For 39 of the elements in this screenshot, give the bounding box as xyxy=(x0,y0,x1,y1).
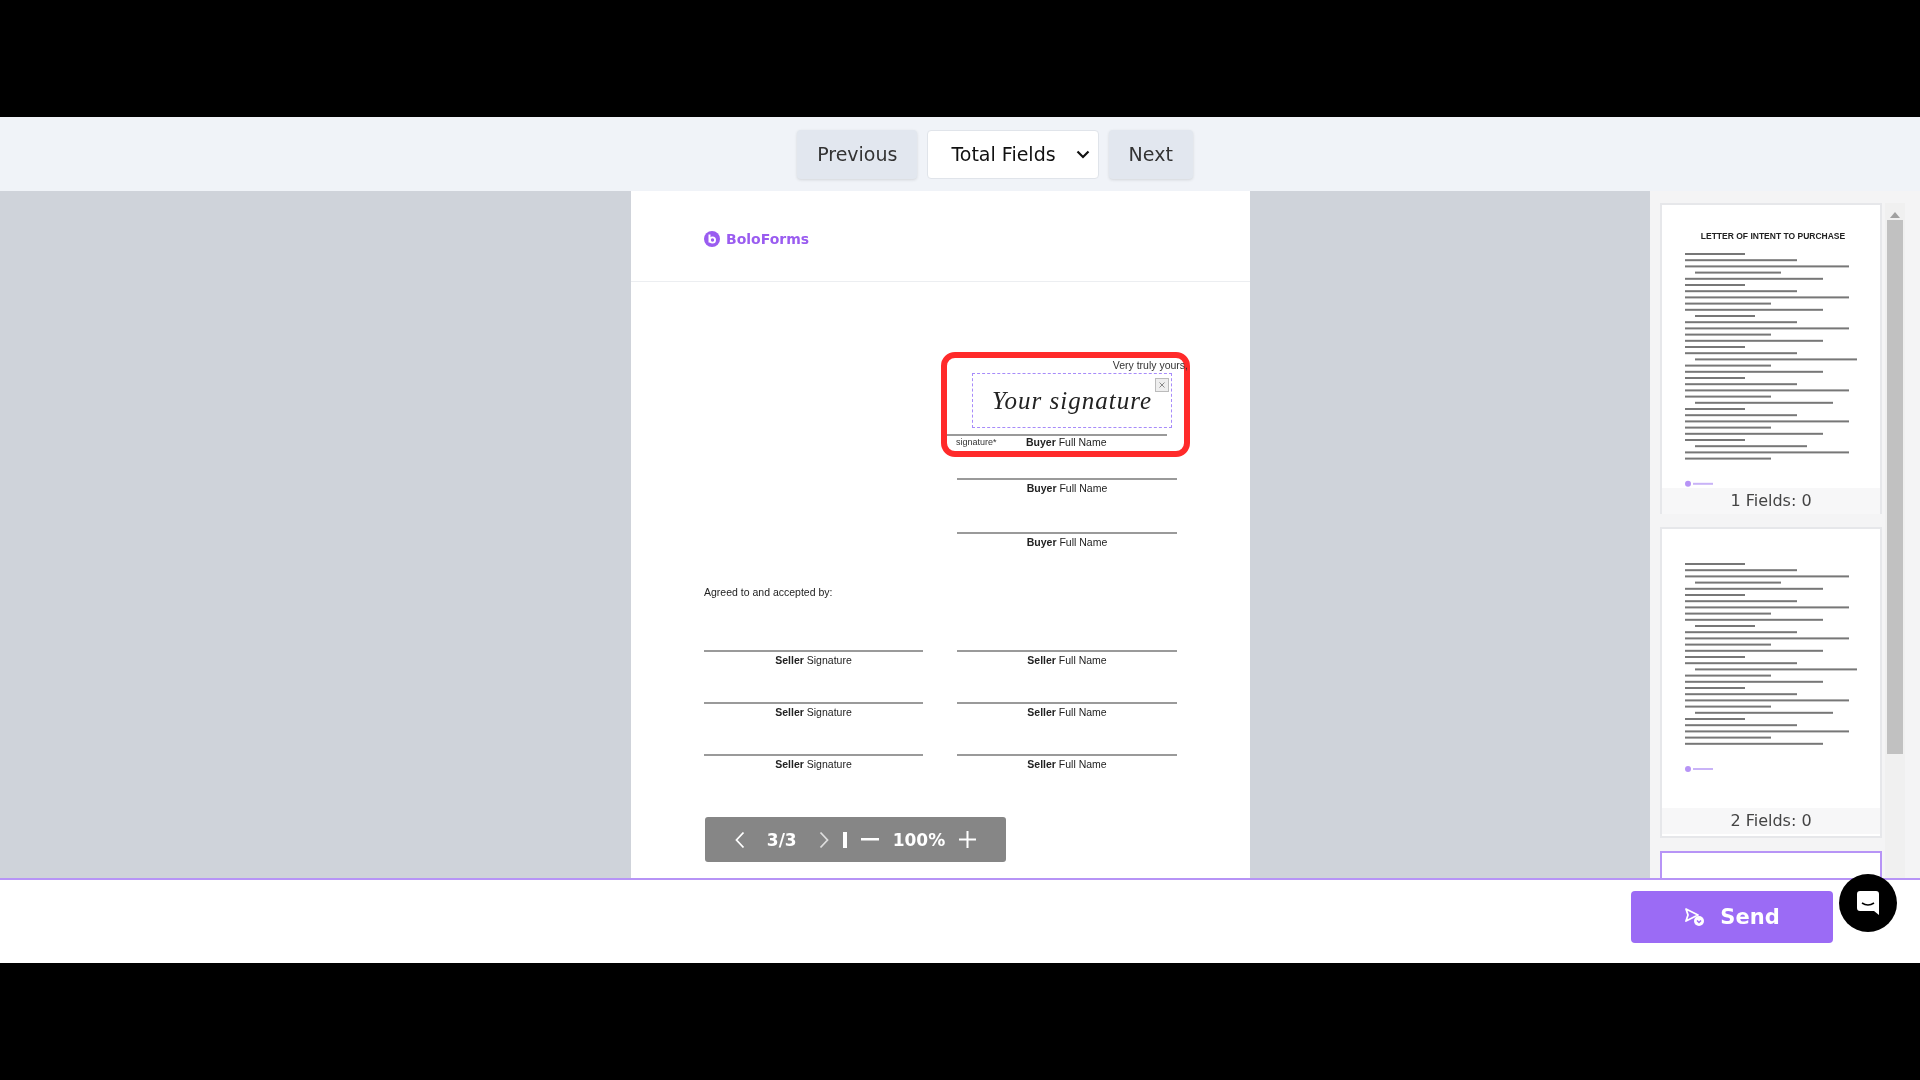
thumbnail-label: 1 Fields: 0 xyxy=(1662,488,1880,514)
next-button[interactable]: Next xyxy=(1108,129,1193,179)
zoom-out-icon[interactable] xyxy=(860,838,879,841)
line-caption: Seller Signature xyxy=(774,654,853,667)
scroll-up-icon[interactable] xyxy=(1890,212,1900,218)
page-thumbnail[interactable]: LETTER OF INTENT TO PURCHASE 1 Fields: 0 xyxy=(1660,203,1882,514)
line-caption: Buyer Full Name xyxy=(1026,436,1107,449)
line-caption: Seller Signature xyxy=(774,706,853,719)
send-icon xyxy=(1684,906,1707,927)
separator-icon xyxy=(842,831,847,848)
previous-button[interactable]: Previous xyxy=(797,129,918,179)
page-thumbnail[interactable]: 2 Fields: 0 xyxy=(1660,527,1882,838)
chevron-right-icon[interactable] xyxy=(818,830,829,849)
chevron-down-icon xyxy=(1075,149,1090,159)
send-button[interactable]: Send xyxy=(1631,890,1833,943)
close-icon xyxy=(1159,382,1165,388)
acceptance-text: Agreed to and accepted by: xyxy=(704,586,834,599)
line-caption: Buyer Full Name xyxy=(1025,482,1109,495)
thumbnail-title: LETTER OF INTENT TO PURCHASE xyxy=(1700,231,1846,241)
brand-logo-text: BoloForms xyxy=(726,231,810,247)
chat-icon xyxy=(1857,890,1879,915)
signature-text: Your signature xyxy=(991,386,1153,415)
zoom-level: 100% xyxy=(892,829,946,850)
fields-dropdown[interactable]: Total Fields xyxy=(927,129,1099,179)
line-caption: Seller Full Name xyxy=(1026,758,1108,771)
page-counter: 3/3 xyxy=(766,829,797,850)
chevron-left-icon[interactable] xyxy=(734,830,745,849)
signature-field[interactable]: Your signature xyxy=(972,373,1172,428)
logo-icon xyxy=(704,231,720,247)
line-caption: Seller Full Name xyxy=(1026,706,1108,719)
thumbnail-label: 2 Fields: 0 xyxy=(1662,808,1880,834)
field-label: signature* xyxy=(955,436,998,449)
zoom-in-icon[interactable] xyxy=(959,831,977,848)
scrollbar-thumb[interactable] xyxy=(1887,220,1903,754)
line-caption: Buyer Full Name xyxy=(1025,536,1109,549)
line-caption: Seller Full Name xyxy=(1026,654,1108,667)
remove-button[interactable] xyxy=(1155,378,1169,392)
line-caption: Seller Signature xyxy=(774,758,853,771)
chat-button[interactable] xyxy=(1839,873,1897,932)
